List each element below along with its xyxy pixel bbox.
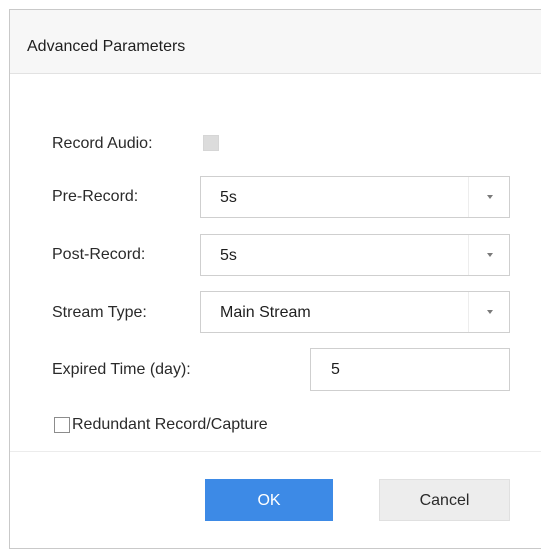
post-record-select[interactable]: 5s bbox=[200, 234, 510, 276]
chevron-down-icon[interactable] bbox=[487, 253, 493, 257]
pre-record-label: Pre-Record: bbox=[52, 188, 139, 205]
record-audio-label: Record Audio: bbox=[52, 135, 153, 152]
stream-type-value: Main Stream bbox=[220, 304, 311, 321]
pre-record-value: 5s bbox=[220, 189, 237, 206]
post-record-value: 5s bbox=[220, 247, 237, 264]
post-record-label: Post-Record: bbox=[52, 246, 146, 263]
record-audio-checkbox[interactable] bbox=[203, 135, 219, 151]
stream-type-label: Stream Type: bbox=[52, 304, 147, 321]
footer-divider bbox=[10, 451, 541, 452]
pre-record-select[interactable]: 5s bbox=[200, 176, 510, 218]
expired-time-label: Expired Time (day): bbox=[52, 361, 191, 378]
advanced-parameters-dialog: Advanced Parameters Record Audio: Pre-Re… bbox=[9, 9, 541, 549]
ok-button[interactable]: OK bbox=[205, 479, 333, 521]
select-divider bbox=[468, 235, 469, 275]
redundant-record-label[interactable]: Redundant Record/Capture bbox=[72, 415, 268, 435]
select-divider bbox=[468, 177, 469, 217]
redundant-record-checkbox[interactable] bbox=[54, 417, 70, 433]
expired-time-input[interactable]: 5 bbox=[310, 348, 510, 391]
chevron-down-icon[interactable] bbox=[487, 310, 493, 314]
select-divider bbox=[468, 292, 469, 332]
stream-type-select[interactable]: Main Stream bbox=[200, 291, 510, 333]
dialog-header: Advanced Parameters bbox=[10, 10, 541, 74]
cancel-button[interactable]: Cancel bbox=[379, 479, 510, 521]
expired-time-value[interactable]: 5 bbox=[331, 360, 340, 380]
dialog-title: Advanced Parameters bbox=[27, 38, 186, 55]
chevron-down-icon[interactable] bbox=[487, 195, 493, 199]
